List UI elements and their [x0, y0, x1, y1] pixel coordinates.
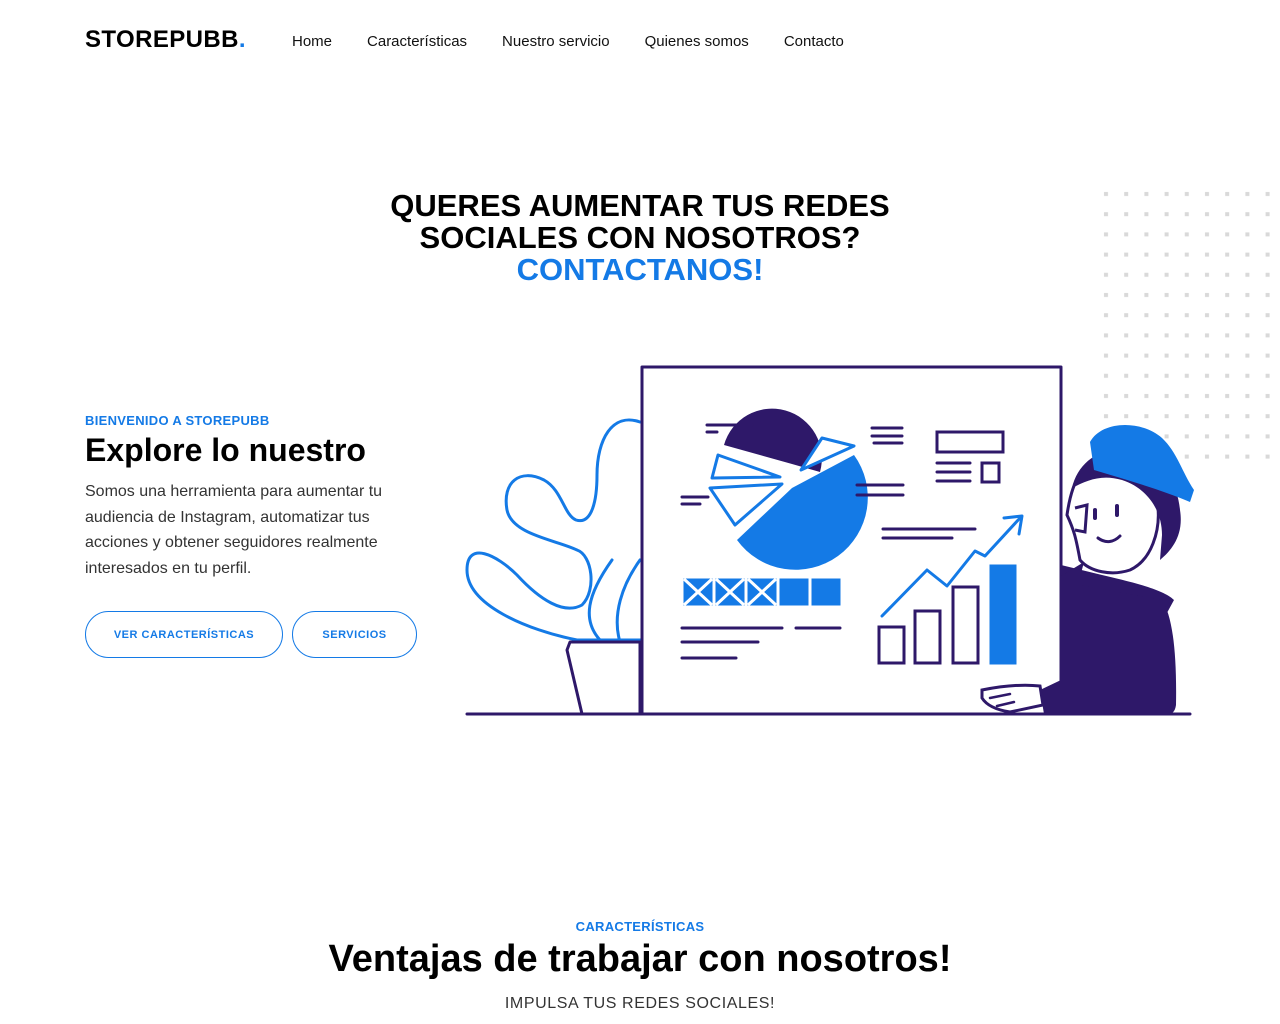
plant-stem [615, 558, 642, 644]
plant-leaf-tall [465, 418, 644, 642]
analytics-illustration [465, 365, 1194, 716]
plant-leaf-inner [587, 558, 614, 642]
nav-quienes-somos[interactable]: Quienes somos [645, 33, 749, 50]
main-nav: Home Características Nuestro servicio Qu… [292, 33, 879, 50]
servicios-button[interactable]: SERVICIOS [292, 611, 417, 658]
brand-dot: . [238, 26, 246, 53]
nav-nuestro-servicio[interactable]: Nuestro servicio [502, 33, 610, 50]
intro-description: Somos una herramienta para aumentar tu a… [85, 483, 383, 577]
progress-blocks [680, 575, 844, 609]
features-title: Ventajas de trabajar con nosotros! [328, 938, 952, 980]
brand-logo[interactable]: STOREPUBB. [85, 26, 246, 54]
nav-contacto[interactable]: Contacto [784, 33, 844, 50]
features-eyebrow: CARACTERÍSTICAS [575, 919, 705, 934]
hero-line-2: SOCIALES CON NOSOTROS? [419, 220, 861, 255]
hero-title: QUERES AUMENTAR TUS REDES SOCIALES CON N… [0, 190, 1280, 286]
hero-line-1: QUERES AUMENTAR TUS REDES [390, 188, 890, 223]
hero-accent[interactable]: CONTACTANOS! [0, 254, 1280, 286]
features-subtitle: IMPULSA TUS REDES SOCIALES! [504, 995, 776, 1012]
nav-home[interactable]: Home [292, 33, 332, 50]
nav-caracteristicas[interactable]: Características [367, 33, 467, 50]
intro-title: Explore lo nuestro [85, 432, 366, 468]
brand-name: STOREPUBB [85, 26, 239, 53]
plant-pot [565, 640, 642, 716]
intro-eyebrow: BIENVENIDO A STOREPUBB [85, 413, 270, 428]
ver-caracteristicas-button[interactable]: VER CARACTERÍSTICAS [85, 611, 283, 658]
